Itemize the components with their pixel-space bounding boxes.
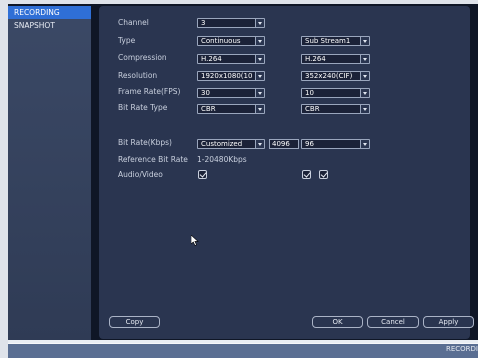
frame-rate-label: Frame Rate(FPS) [118,87,181,96]
copy-button[interactable]: Copy [109,316,160,328]
bit-rate-type-main-value: CBR [201,105,216,113]
video-sub-checkbox[interactable] [319,170,328,179]
chevron-down-icon [255,105,264,113]
resolution-main-select[interactable]: 1920x1080(10 [197,71,265,81]
bit-rate-sub-select[interactable]: 96 [301,139,370,149]
mouse-pointer-icon [191,235,199,246]
bit-rate-type-sub-select[interactable]: CBR [301,104,370,114]
type-main-value: Continuous [201,37,241,45]
ok-button[interactable]: OK [312,316,363,328]
chevron-down-icon [255,89,264,97]
channel-value: 3 [201,19,206,27]
compression-sub-value: H.264 [305,55,326,63]
status-bar-text: RECORDI [445,345,478,353]
frame-rate-main-value: 30 [201,89,210,97]
bit-rate-main-select[interactable]: Customized [197,139,265,149]
reference-bit-rate-value: 1-20480Kbps [197,155,247,164]
audio-video-main-checkbox[interactable] [198,170,207,179]
apply-button[interactable]: Apply [423,316,474,328]
bit-rate-type-main-select[interactable]: CBR [197,104,265,114]
bit-rate-main-input[interactable]: 4096 [269,139,299,149]
resolution-sub-select[interactable]: 352x240(CIF) [301,71,370,81]
chevron-down-icon [360,140,369,148]
chevron-down-icon [360,55,369,63]
resolution-main-value: 1920x1080(10 [201,72,253,80]
chevron-down-icon [255,55,264,63]
chevron-down-icon [255,72,264,80]
frame-rate-sub-select[interactable]: 10 [301,88,370,98]
bit-rate-type-label: Bit Rate Type [118,103,168,112]
frame-rate-main-select[interactable]: 30 [197,88,265,98]
chevron-down-icon [360,89,369,97]
type-sub-value: Sub Stream1 [305,37,351,45]
type-label: Type [118,36,136,45]
audio-video-label: Audio/Video [118,170,163,179]
bit-rate-sub-value: 96 [305,140,314,148]
audio-sub-checkbox[interactable] [302,170,311,179]
compression-sub-select[interactable]: H.264 [301,54,370,64]
compression-main-value: H.264 [201,55,222,63]
chevron-down-icon [255,19,264,27]
bit-rate-main-value: Customized [201,140,243,148]
chevron-down-icon [360,37,369,45]
tab-snapshot[interactable]: SNAPSHOT [8,19,91,32]
chevron-down-icon [360,105,369,113]
type-sub-select[interactable]: Sub Stream1 [301,36,370,46]
bit-rate-type-sub-value: CBR [305,105,320,113]
reference-bit-rate-label: Reference Bit Rate [118,155,188,164]
chevron-down-icon [360,72,369,80]
chevron-down-icon [255,37,264,45]
resolution-sub-value: 352x240(CIF) [305,72,353,80]
resolution-label: Resolution [118,71,158,80]
status-bar: RECORDI [8,340,478,358]
frame-rate-sub-value: 10 [305,89,314,97]
sidebar: RECORDING SNAPSHOT [8,6,91,340]
bit-rate-label: Bit Rate(Kbps) [118,138,172,147]
compression-main-select[interactable]: H.264 [197,54,265,64]
cancel-button[interactable]: Cancel [367,316,419,328]
chevron-down-icon [255,140,264,148]
type-main-select[interactable]: Continuous [197,36,265,46]
channel-label: Channel [118,18,149,27]
channel-select[interactable]: 3 [197,18,265,28]
tab-recording[interactable]: RECORDING [8,6,91,19]
compression-label: Compression [118,53,167,62]
